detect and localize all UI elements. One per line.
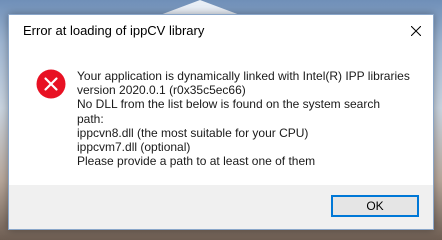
message-line: version 2020.0.1 (r0x35c5ec66): [77, 83, 246, 98]
error-message: Your application is dynamically linked w…: [77, 69, 427, 168]
close-button[interactable]: [399, 15, 433, 47]
error-icon: [36, 69, 66, 99]
dialog-footer: OK: [9, 185, 433, 229]
message-line: No DLL from the list below is found on t…: [77, 97, 381, 112]
message-line: ippcvn8.dll (the most suitable for your …: [77, 125, 309, 140]
close-icon: [411, 26, 421, 36]
dialog-content: Your application is dynamically linked w…: [9, 47, 433, 185]
ok-button[interactable]: OK: [331, 195, 419, 217]
title-bar[interactable]: Error at loading of ippCV library: [9, 15, 433, 47]
message-line: path:: [77, 111, 104, 126]
dialog-title: Error at loading of ippCV library: [23, 23, 205, 38]
message-line: ippcvm7.dll (optional): [77, 140, 191, 155]
message-line: Please provide a path to at least one of…: [77, 154, 316, 169]
error-dialog: Error at loading of ippCV library Your a…: [8, 14, 434, 230]
message-line: Your application is dynamically linked w…: [77, 69, 410, 83]
